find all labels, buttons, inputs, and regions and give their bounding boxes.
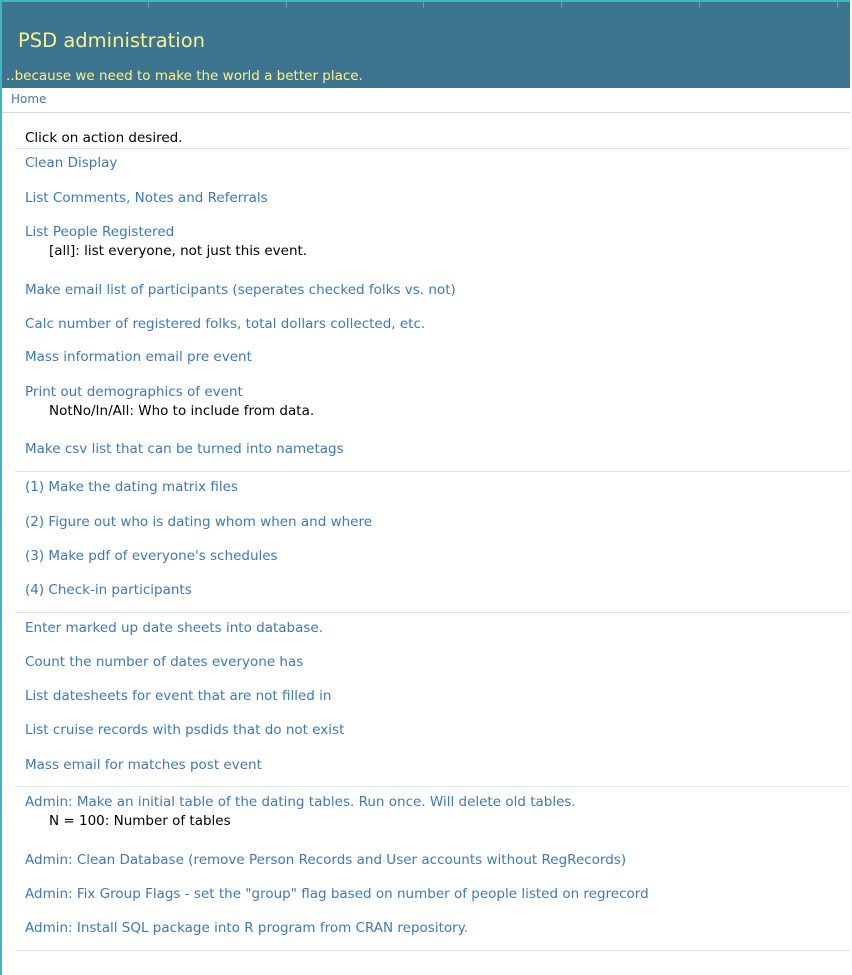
action-admin-install-sql[interactable]: Admin: Install SQL package into R progra… <box>25 920 468 936</box>
divider <box>15 148 850 149</box>
action-note-all: [all]: list everyone, not just this even… <box>49 243 308 259</box>
divider <box>15 612 850 613</box>
action-note-n-tables: N = 100: Number of tables <box>49 813 231 829</box>
page-frame: PSD administration ..because we need to … <box>0 0 850 975</box>
action-make-pdf-schedules[interactable]: (3) Make pdf of everyone's schedules <box>25 548 278 564</box>
action-make-email-list[interactable]: Make email list of participants (seperat… <box>25 282 456 298</box>
action-admin-fix-group-flags[interactable]: Admin: Fix Group Flags - set the "group"… <box>25 886 649 902</box>
action-list-comments[interactable]: List Comments, Notes and Referrals <box>25 190 268 206</box>
divider <box>15 950 850 951</box>
instruction-text: Click on action desired. <box>25 130 183 146</box>
site-title: PSD administration <box>18 29 205 52</box>
action-list-datesheets[interactable]: List datesheets for event that are not f… <box>25 688 331 704</box>
action-figure-out-dating[interactable]: (2) Figure out who is dating whom when a… <box>25 514 372 530</box>
breadcrumb-home-link[interactable]: Home <box>11 92 46 106</box>
site-header: PSD administration ..because we need to … <box>2 2 850 88</box>
action-calc-registered[interactable]: Calc number of registered folks, total d… <box>25 316 425 332</box>
action-list-people-registered[interactable]: List People Registered <box>25 224 174 240</box>
divider <box>15 786 850 787</box>
action-note-notno: NotNo/In/All: Who to include from data. <box>49 403 315 419</box>
action-make-csv-nametags[interactable]: Make csv list that can be turned into na… <box>25 441 344 457</box>
action-check-in[interactable]: (4) Check-in participants <box>25 582 192 598</box>
action-list-cruise-records[interactable]: List cruise records with psdids that do … <box>25 722 344 738</box>
action-make-dating-matrix[interactable]: (1) Make the dating matrix files <box>25 479 238 495</box>
breadcrumb: Home <box>2 88 850 113</box>
divider <box>15 471 850 472</box>
action-admin-make-tables[interactable]: Admin: Make an initial table of the dati… <box>25 794 576 810</box>
action-admin-clean-database[interactable]: Admin: Clean Database (remove Person Rec… <box>25 852 626 868</box>
action-print-demographics[interactable]: Print out demographics of event <box>25 384 243 400</box>
action-enter-date-sheets[interactable]: Enter marked up date sheets into databas… <box>25 620 323 636</box>
action-mass-email-matches[interactable]: Mass email for matches post event <box>25 757 262 773</box>
action-count-dates[interactable]: Count the number of dates everyone has <box>25 654 303 670</box>
action-mass-info-email[interactable]: Mass information email pre event <box>25 349 252 365</box>
site-tagline: ..because we need to make the world a be… <box>6 68 363 84</box>
action-clean-display[interactable]: Clean Display <box>25 155 117 171</box>
header-column-ticks <box>2 2 850 8</box>
